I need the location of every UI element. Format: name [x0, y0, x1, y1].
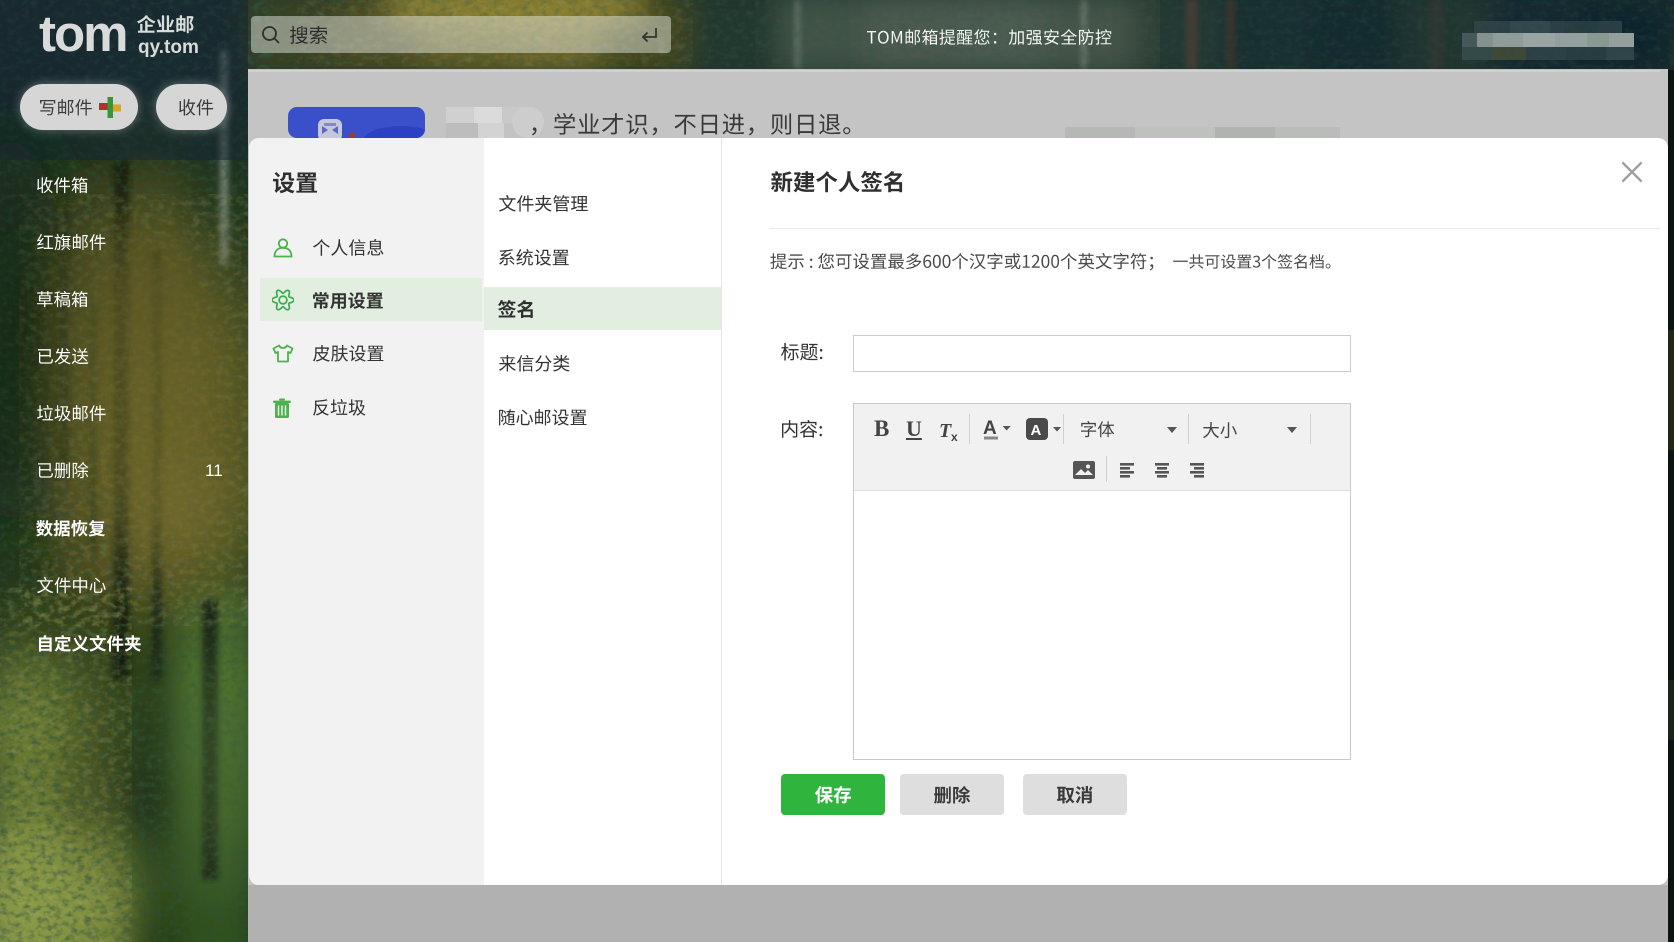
- svg-text:x: x: [951, 430, 958, 441]
- svg-text:A: A: [983, 418, 997, 439]
- svg-text:A: A: [1031, 422, 1042, 439]
